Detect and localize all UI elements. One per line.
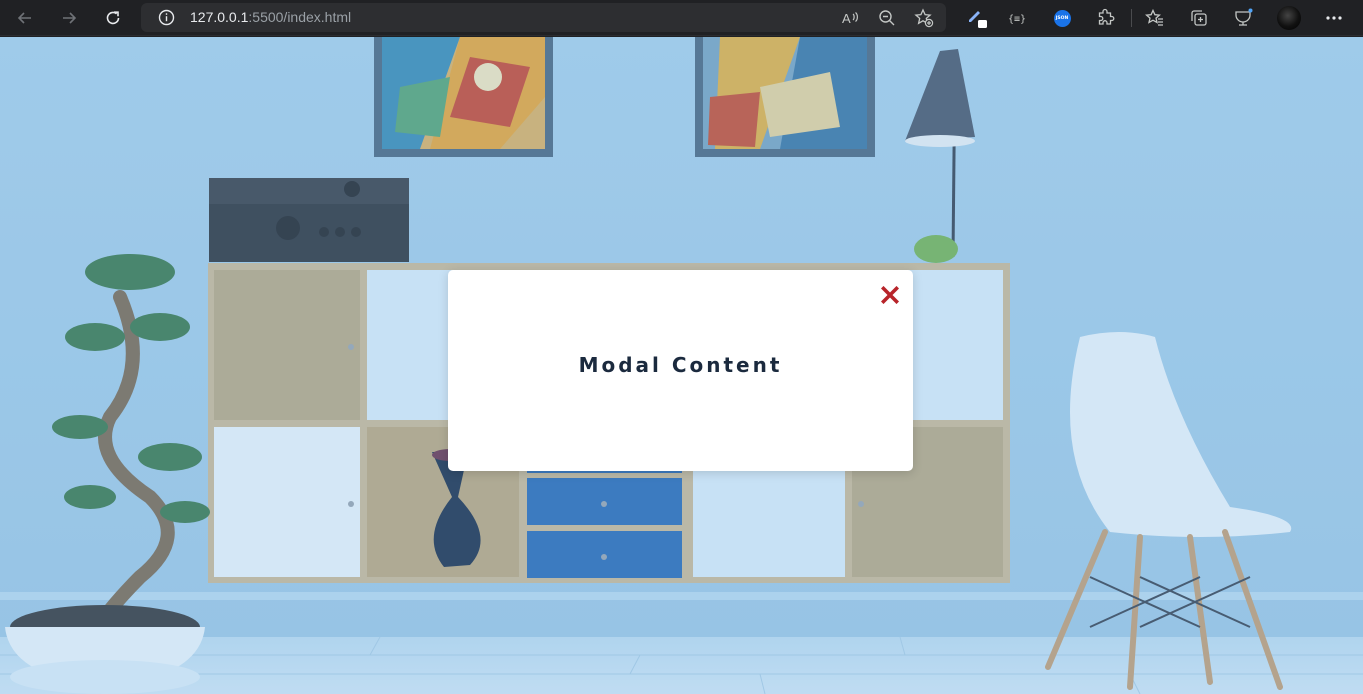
url-host: 127.0.0.1: [190, 9, 249, 25]
puzzle-icon: [1096, 8, 1116, 28]
page-viewport: Modal Content: [0, 37, 1363, 694]
reload-button[interactable]: [99, 4, 127, 32]
settings-menu-button[interactable]: [1320, 4, 1348, 32]
arrow-left-icon: [16, 9, 34, 27]
close-icon: [880, 285, 900, 308]
json-extension-button[interactable]: JSON: [1048, 4, 1076, 32]
toolbar-separator: [1131, 9, 1132, 27]
collections-button[interactable]: [1185, 4, 1213, 32]
browser-toolbar: 127.0.0.1:5500/index.html A {≡} JSON: [0, 0, 1363, 36]
bracket-extension-icon: {≡}: [1008, 11, 1028, 25]
avatar: [1277, 6, 1301, 30]
address-bar[interactable]: 127.0.0.1:5500/index.html A: [141, 3, 946, 32]
heart-pulse-icon: [1233, 8, 1253, 28]
extensions-button[interactable]: [1092, 4, 1120, 32]
forward-button[interactable]: [55, 4, 83, 32]
arrow-right-icon: [60, 9, 78, 27]
bracket-extension-button[interactable]: {≡}: [1004, 4, 1032, 32]
json-extension-icon: JSON: [1053, 9, 1071, 27]
zoom-out-icon[interactable]: [878, 9, 896, 31]
url-text[interactable]: 127.0.0.1:5500/index.html: [190, 9, 351, 25]
svg-text:{≡}: {≡}: [1008, 14, 1026, 25]
add-favorite-icon[interactable]: [914, 8, 934, 32]
profile-button[interactable]: [1275, 4, 1303, 32]
collections-icon: [1189, 8, 1209, 28]
svg-text:A: A: [842, 11, 851, 26]
url-path: :5500/index.html: [248, 9, 352, 25]
reload-icon: [104, 9, 122, 27]
back-button[interactable]: [11, 4, 39, 32]
info-icon[interactable]: [158, 9, 175, 30]
modal-dialog: Modal Content: [448, 270, 913, 471]
modal-close-button[interactable]: [879, 285, 901, 308]
browser-essentials-button[interactable]: [1229, 4, 1257, 32]
more-icon: [1325, 15, 1343, 21]
pen-extension-icon: [966, 7, 988, 29]
pen-extension-button[interactable]: [963, 4, 991, 32]
favorites-icon: [1145, 8, 1165, 28]
favorites-button[interactable]: [1141, 4, 1169, 32]
modal-content-text: Modal Content: [578, 353, 783, 377]
json-extension-label: JSON: [1055, 15, 1069, 21]
read-aloud-icon[interactable]: A: [841, 9, 859, 31]
